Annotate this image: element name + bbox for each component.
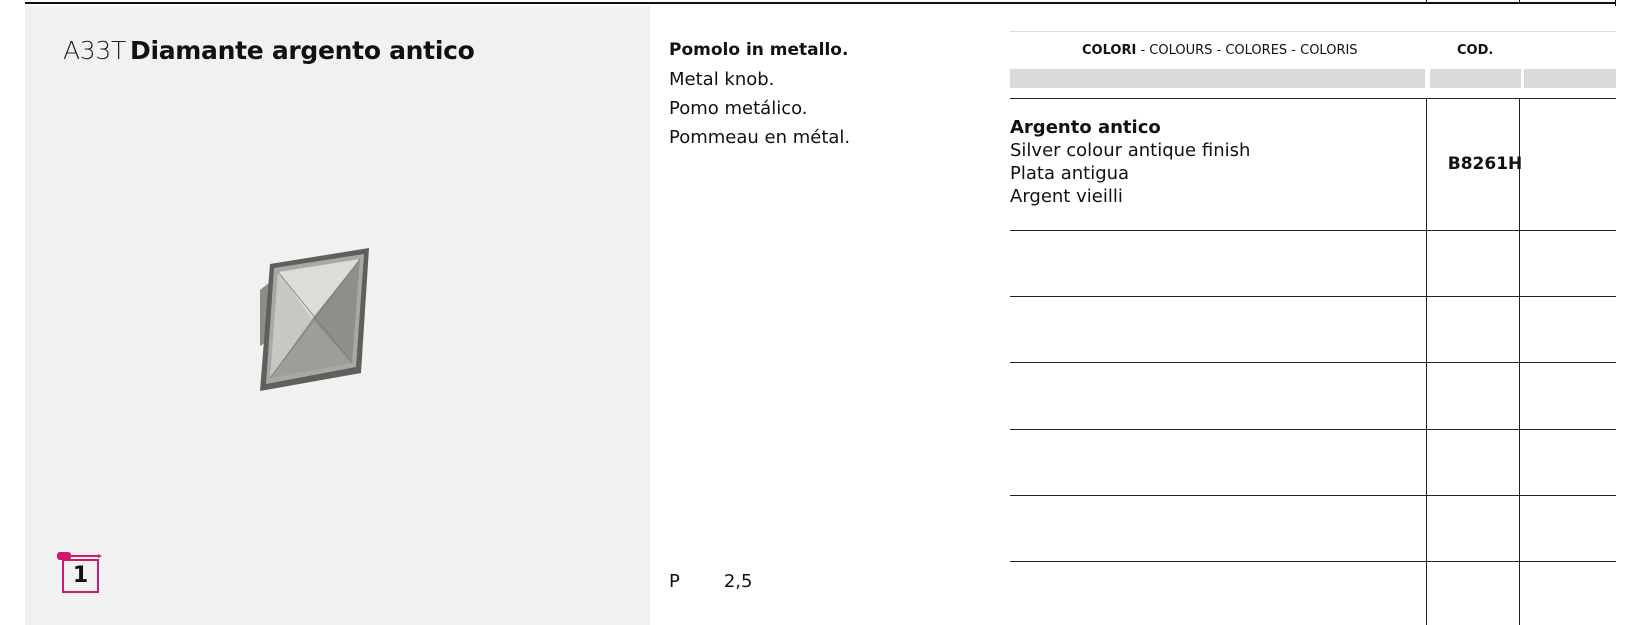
product-description: Pomolo in metallo. Metal knob. Pomo metá… [669, 36, 850, 152]
description-line: Pomo metálico. [669, 98, 808, 119]
colour-code-table: COLORI - COLOURS - COLORES - COLORIS COD… [1010, 0, 1616, 625]
product-title: A33T Diamante argento antico [63, 36, 475, 65]
table-column-rule [1426, 98, 1427, 625]
colour-name: Argento antico [1010, 117, 1161, 138]
product-code: A33T [63, 36, 126, 65]
colour-translation: Argent vieilli [1010, 186, 1123, 207]
table-row-rule [1010, 561, 1616, 562]
assembly-badge: 1 [57, 551, 102, 593]
table-row-rule [1010, 230, 1616, 231]
weight-info: P 2,5 [669, 571, 753, 592]
description-line: Metal knob. [669, 69, 775, 90]
header-band [1010, 69, 1425, 88]
header-band [1524, 69, 1616, 88]
colours-header-rest: - COLOURS - COLORES - COLORIS [1136, 43, 1358, 58]
header-band [1430, 69, 1521, 88]
product-name: Diamante argento antico [130, 36, 475, 65]
colours-header-bold: COLORI [1082, 43, 1137, 58]
colour-translation: Silver colour antique finish [1010, 140, 1251, 161]
table-column-rule [1519, 98, 1520, 625]
table-row-rule [1010, 362, 1616, 363]
table-row-rule [1010, 495, 1616, 496]
colour-code: B8261H [1447, 154, 1523, 174]
colours-header: COLORI - COLOURS - COLORES - COLORIS [1082, 43, 1358, 58]
metal-knob-image [260, 248, 369, 391]
weight-label: P [669, 571, 680, 592]
weight-value: 2,5 [723, 571, 753, 592]
cod-header: COD. [1457, 43, 1494, 58]
table-row-rule [1010, 98, 1616, 99]
description-line: Pommeau en métal. [669, 127, 851, 148]
assembly-number: 1 [62, 559, 99, 593]
table-row-rule [1010, 296, 1616, 297]
table-row-rule [1010, 429, 1616, 430]
colour-translation: Plata antigua [1010, 163, 1130, 184]
description-line: Pomolo in metallo. [669, 40, 849, 60]
table-row: Argento antico Silver colour antique fin… [1010, 116, 1250, 208]
table-header-rule [1010, 31, 1616, 32]
